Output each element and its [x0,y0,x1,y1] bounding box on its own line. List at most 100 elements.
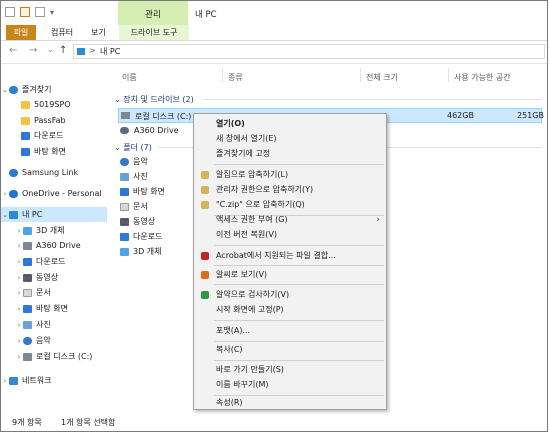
sidebar-item-local-disk[interactable]: › 로컬 디스크 (C:) [1,349,121,364]
sidebar-item-samsung-link[interactable]: Samsung Link [1,165,115,180]
menu-item-alzip-compress[interactable]: 알집으로 압축하기(L) [194,168,386,182]
item-name: A360 Drive [134,126,179,135]
expand-chevron-icon[interactable]: › [1,187,9,202]
sidebar-item-onedrive[interactable]: › OneDrive - Personal [1,186,107,201]
expand-chevron-icon[interactable]: › [15,286,23,301]
pictures-icon [120,172,129,181]
collapse-chevron-icon[interactable]: ⌄ [114,143,123,152]
expand-chevron-icon[interactable]: › [15,302,23,317]
sidebar-item-a360[interactable]: › A360 Drive [1,238,121,253]
list-item-pictures[interactable]: 사진 [120,171,148,182]
expand-chevron-icon[interactable]: › [15,239,23,254]
qat-dropdown-icon[interactable]: ▾ [50,8,54,17]
expand-chevron-icon[interactable]: › [15,271,23,286]
column-divider[interactable] [448,68,449,82]
expand-chevron-icon[interactable]: › [1,374,9,389]
menu-item-rename[interactable]: 이름 바꾸기(M) [194,378,386,392]
forward-icon[interactable]: → [29,45,37,56]
tab-drive-tools[interactable]: 드라이브 도구 [119,25,189,40]
sidebar-item-downloads-pc[interactable]: › 다운로드 [1,254,121,269]
menu-item-format[interactable]: 포맷(A)... [194,324,386,338]
menu-item-admin-compress[interactable]: 관리자 권한으로 압축하기(Y) [194,183,386,197]
alzip-icon [201,201,209,209]
sidebar-item-3d-objects[interactable]: › 3D 개체 [1,223,121,238]
sidebar-item-desktop[interactable]: 바탕 화면 [1,144,127,159]
list-item-desktop[interactable]: 바탕 화면 [120,186,165,197]
expand-chevron-icon[interactable]: › [15,318,23,333]
desktop-icon [120,187,129,196]
sidebar-item-5019spo[interactable]: 5019SPO [1,97,127,112]
sidebar-item-downloads[interactable]: 다운로드 [1,128,127,143]
back-icon[interactable]: ← [9,45,17,56]
collapse-chevron-icon[interactable]: ⌄ [114,95,123,104]
document-icon [23,288,32,297]
recent-locations-icon[interactable]: ⌄ [47,45,54,54]
submenu-arrow-icon: › [376,215,380,225]
folder-icon [21,116,30,125]
alyac-icon [201,291,209,299]
tab-file[interactable]: 파일 [6,25,36,40]
group-header-devices[interactable]: ⌄ 장치 및 드라이브 (2) [114,94,194,105]
menu-item-pin-quick-access[interactable]: 즐겨찾기에 고정 [194,147,386,161]
group-header-folders[interactable]: ⌄ 폴더 (7) [114,142,152,153]
breadcrumb-this-pc[interactable]: 내 PC [100,46,120,57]
item-name: 3D 개체 [133,247,162,256]
tab-view[interactable]: 보기 [91,27,106,38]
sidebar-item-documents[interactable]: › 문서 [1,285,121,300]
window-title: 내 PC [195,10,217,20]
desktop-icon [21,147,30,156]
tab-computer[interactable]: 컴퓨터 [51,27,73,38]
column-divider[interactable] [222,68,223,82]
expand-chevron-icon[interactable]: › [15,350,23,365]
column-header-total-size[interactable]: 전체 크기 [366,72,398,83]
collapse-chevron-icon[interactable]: ⌄ [1,83,9,98]
expand-chevron-icon[interactable]: › [15,334,23,349]
a360-icon [23,241,32,250]
sidebar-item-videos[interactable]: › 동영상 [1,270,121,285]
menu-item-restore-versions[interactable]: 이전 버전 복원(V) [194,228,386,242]
menu-item-properties[interactable]: 속성(R) [194,396,386,410]
column-header-free-space[interactable]: 사용 가능한 공간 [454,72,511,83]
new-folder-icon[interactable] [35,7,45,17]
sidebar-item-music[interactable]: › 음악 [1,333,121,348]
menu-item-alyac-scan[interactable]: 알약으로 검사하기(V) [194,288,386,302]
expand-chevron-icon[interactable]: › [15,255,23,270]
expand-chevron-icon[interactable]: › [15,224,23,239]
properties-check-icon[interactable] [20,7,30,17]
menu-item-label: 관리자 권한으로 압축하기(Y) [216,185,314,194]
list-item-3d-objects[interactable]: 3D 개체 [120,246,162,257]
list-item-documents[interactable]: 문서 [120,201,148,212]
column-header-type[interactable]: 종류 [228,72,243,83]
menu-separator [214,164,384,165]
menu-item-give-access[interactable]: 액세스 권한 부여 (G) › [194,213,386,227]
sidebar-item-quick-access[interactable]: ⌄ 즐겨찾기 [1,82,107,97]
menu-item-compress-czip[interactable]: "C.zip" 으로 압축하기(Q) [194,198,386,212]
menu-item-acrobat-combine[interactable]: Acrobat에서 지원되는 파일 결합... [194,249,386,263]
sidebar-item-label: 음악 [36,336,51,345]
list-item-videos[interactable]: 동영상 [120,216,155,227]
menu-item-alsee-view[interactable]: 알씨로 보기(V) [194,268,386,282]
list-item-a360-drive[interactable]: A360 Drive [118,124,198,138]
sidebar-item-label: 문서 [36,288,51,297]
list-item-music[interactable]: 음악 [120,156,148,167]
up-icon[interactable]: ↑ [59,45,67,56]
menu-item-copy[interactable]: 복사(C) [194,343,386,357]
sidebar-item-passfab[interactable]: PassFab [1,113,127,128]
folder-icon[interactable] [5,7,15,17]
column-divider[interactable] [360,68,361,82]
drive-icon [23,352,32,361]
onedrive-icon [9,189,18,198]
sidebar-item-desktop-pc[interactable]: › 바탕 화면 [1,301,121,316]
menu-item-open[interactable]: 열기(O) [194,117,386,131]
sidebar-item-pictures[interactable]: › 사진 [1,317,121,332]
menu-item-create-shortcut[interactable]: 바로 가기 만들기(S) [194,363,386,377]
list-item-downloads[interactable]: 다운로드 [120,231,162,242]
menu-item-open-new-window[interactable]: 새 창에서 열기(E) [194,132,386,146]
collapse-chevron-icon[interactable]: ⌄ [1,208,9,223]
column-header-name[interactable]: 이름 [122,72,137,83]
address-bar[interactable]: > 내 PC [73,44,545,59]
pictures-icon [23,320,32,329]
sidebar-item-this-pc[interactable]: ⌄ 내 PC [1,207,107,222]
sidebar-item-network[interactable]: › 네트워크 [1,373,107,388]
menu-item-pin-start[interactable]: 시작 화면에 고정(P) [194,303,386,317]
